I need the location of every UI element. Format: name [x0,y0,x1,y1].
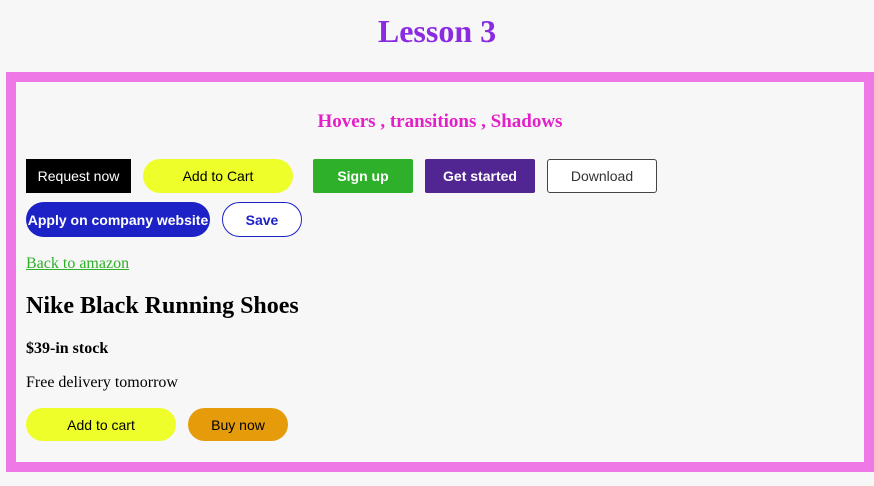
product-add-to-cart-button[interactable]: Add to cart [26,408,176,441]
get-started-button[interactable]: Get started [425,159,535,193]
save-button[interactable]: Save [222,202,302,237]
section-subtitle: Hovers , transitions , Shadows [317,111,563,132]
product-price: $39-in stock [26,340,109,357]
request-now-button[interactable]: Request now [26,159,131,193]
lesson-frame: Hovers , transitions , Shadows Request n… [6,72,874,472]
download-button[interactable]: Download [547,159,657,193]
delivery-info: Free delivery tomorrow [26,374,178,391]
apply-company-website-button[interactable]: Apply on company website [26,202,210,237]
page-title: Lesson 3 [377,13,497,49]
add-to-cart-button[interactable]: Add to Cart [143,159,293,193]
product-name: Nike Black Running Shoes [26,293,299,319]
sign-up-button[interactable]: Sign up [313,159,413,193]
back-to-amazon-link[interactable]: Back to amazon [26,255,129,273]
buy-now-button[interactable]: Buy now [188,408,288,441]
